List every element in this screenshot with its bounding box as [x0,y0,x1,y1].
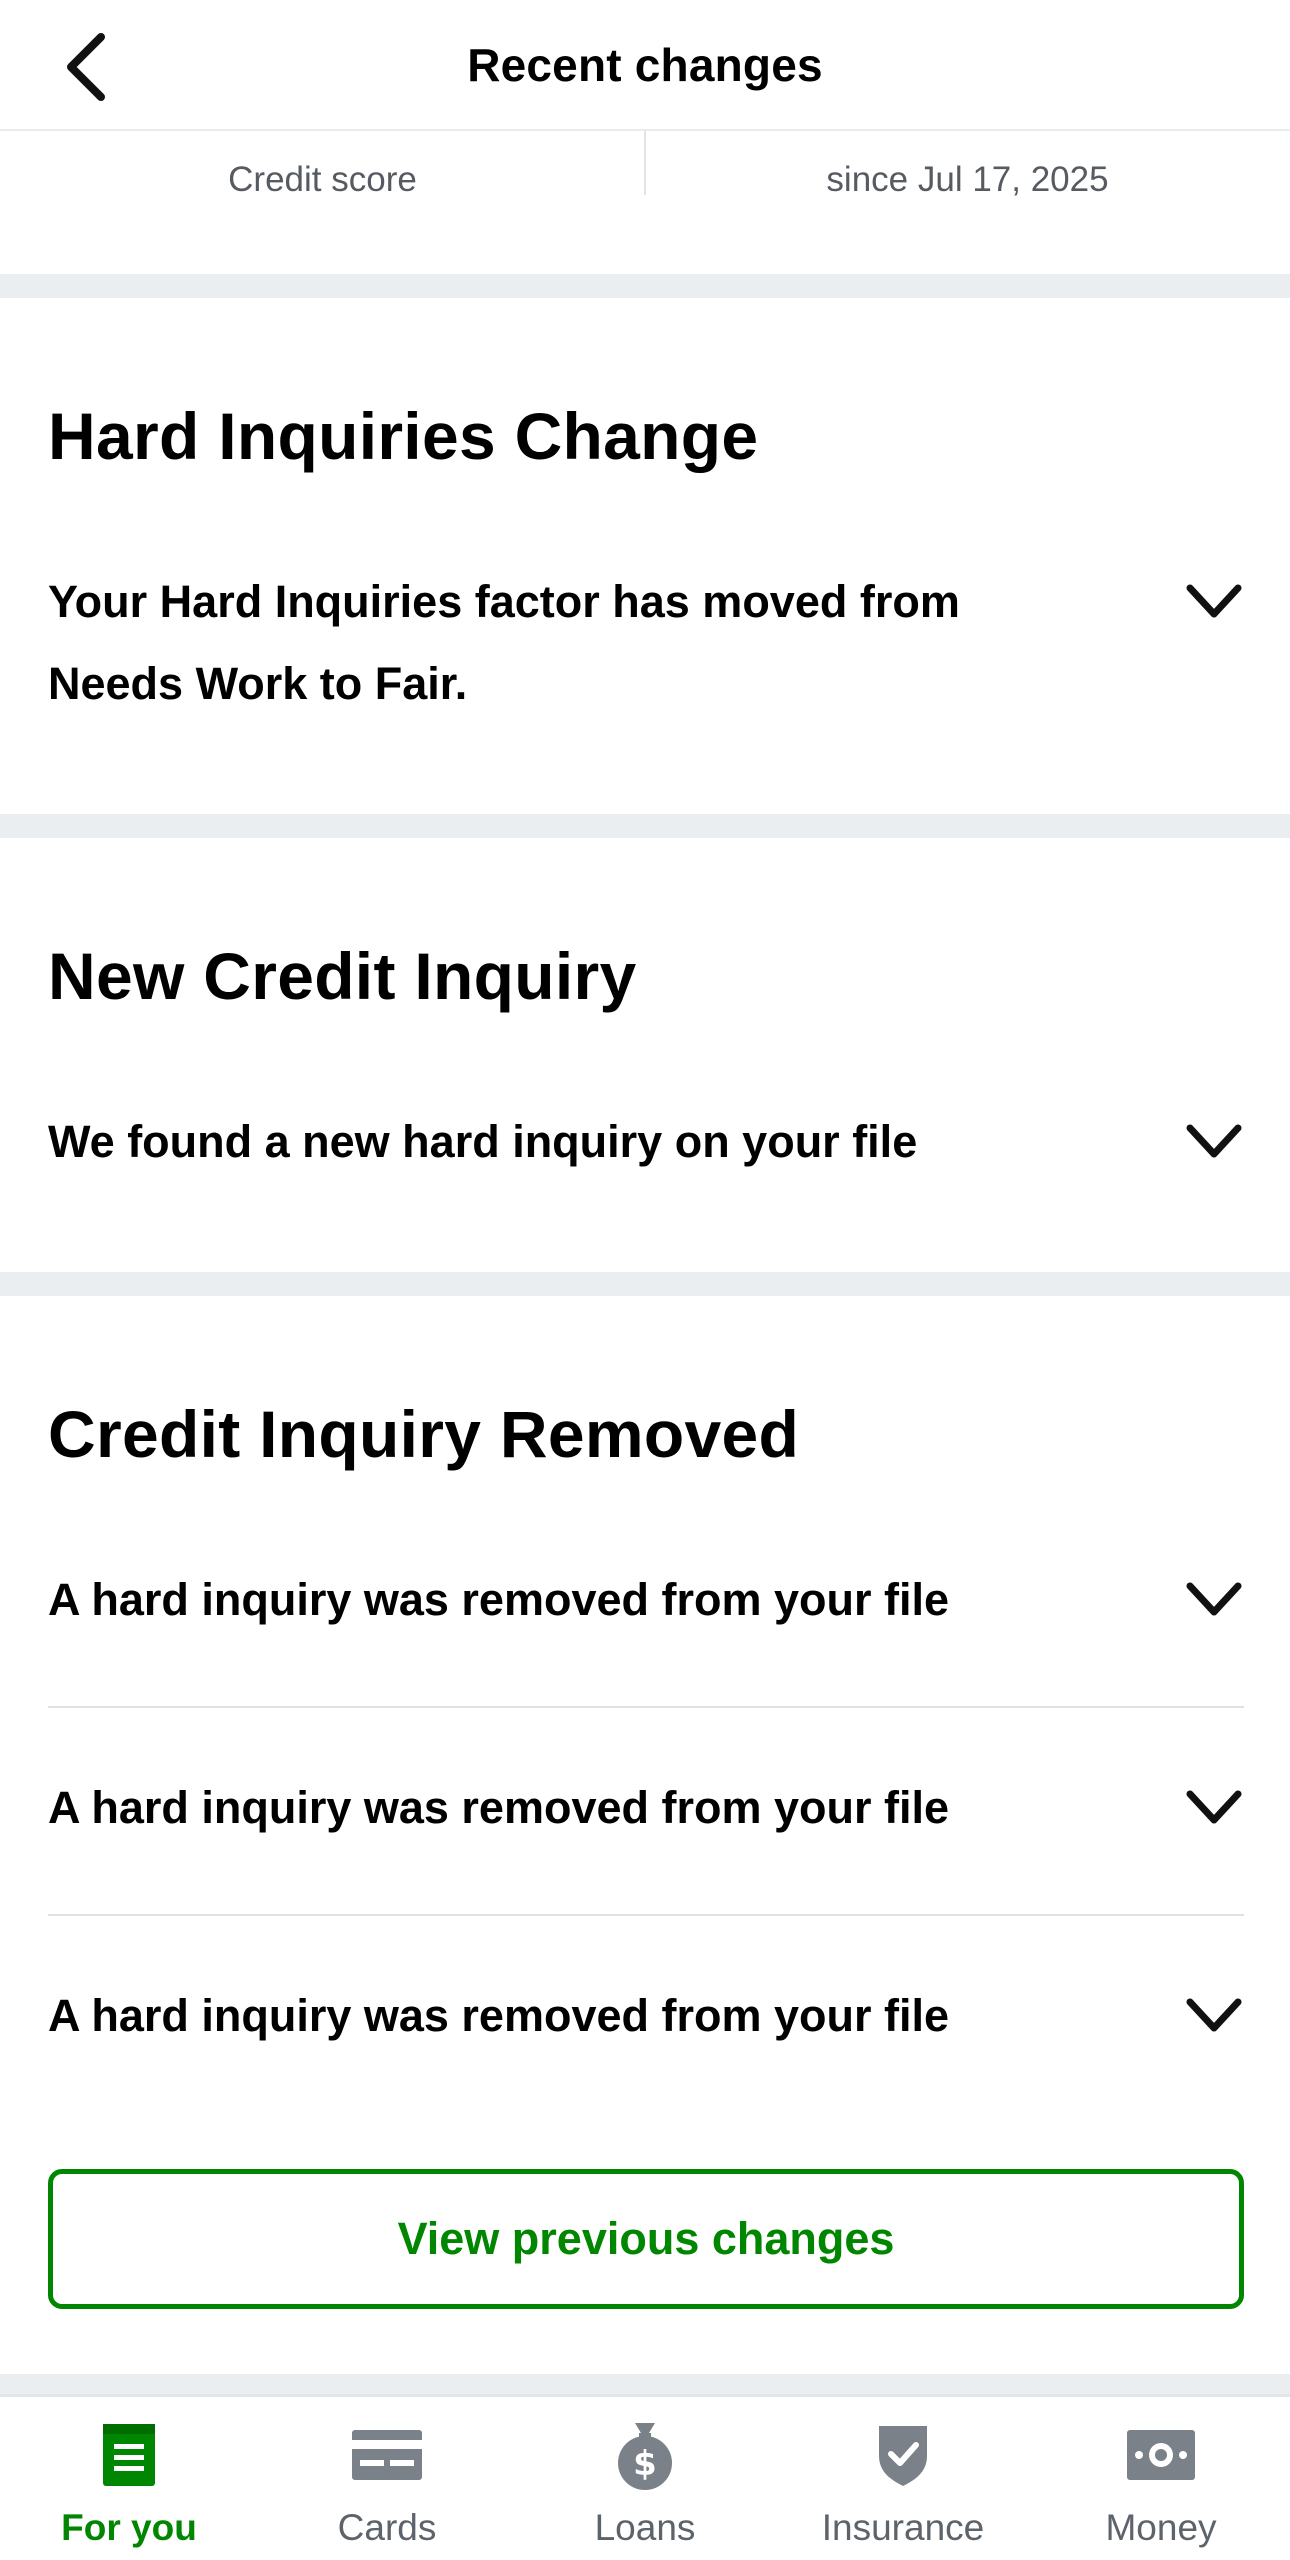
change-row-expandable[interactable]: We found a new hard inquiry on your file [48,1104,1244,1194]
section-title: New Credit Inquiry [48,939,637,1013]
change-row-text: A hard inquiry was removed from your fil… [48,1574,950,1625]
section-hard-inquiries-change: Hard Inquiries Change Your Hard Inquirie… [0,298,1290,814]
chevron-down-icon[interactable] [1184,1112,1244,1172]
change-row-text: A hard inquiry was removed from your fil… [48,1782,950,1833]
section-separator [0,1272,1290,1296]
change-row-expandable[interactable]: A hard inquiry was removed from your fil… [48,1770,1244,1860]
section-title: Credit Inquiry Removed [48,1397,800,1471]
recent-changes-screen: Recent changes Credit score since Jul 17… [0,0,1290,2560]
section-title: Hard Inquiries Change [48,399,759,473]
change-row-expandable[interactable]: A hard inquiry was removed from your fil… [48,1562,1244,1652]
bottom-navigation: For you Cards $ Loans Insurance Money [0,2394,1290,2560]
money-bag-icon: $ [516,2415,774,2495]
row-divider [48,1914,1244,1916]
row-divider [48,1706,1244,1708]
summary-since-date: since Jul 17, 2025 [645,131,1290,274]
top-app-bar: Recent changes [0,0,1290,131]
nav-label: Loans [594,2507,696,2548]
nav-item-for-you[interactable]: For you [0,2397,258,2560]
change-row-text: Your Hard Inquiries factor has moved fro… [48,576,960,709]
nav-item-loans[interactable]: $ Loans [516,2397,774,2560]
section-separator [0,814,1290,838]
summary-left-label: Credit score [228,160,417,199]
section-separator [0,274,1290,298]
nav-label: Cards [337,2507,437,2548]
chevron-down-icon[interactable] [1184,1778,1244,1838]
summary-right-label: since Jul 17, 2025 [826,160,1109,199]
credit-card-icon [258,2415,516,2495]
view-previous-changes-button[interactable]: View previous changes [48,2169,1244,2309]
nav-label: Money [1105,2507,1217,2548]
chevron-down-icon[interactable] [1184,572,1244,632]
chevron-down-icon[interactable] [1184,1986,1244,2046]
change-row-text: We found a new hard inquiry on your file [48,1116,918,1167]
shield-check-icon [774,2415,1032,2495]
nav-item-insurance[interactable]: Insurance [774,2397,1032,2560]
document-icon [0,2415,258,2495]
change-row-expandable[interactable]: A hard inquiry was removed from your fil… [48,1978,1244,2068]
nav-label: Insurance [821,2507,985,2548]
nav-item-money[interactable]: Money [1032,2397,1290,2560]
cash-icon [1032,2415,1290,2495]
page-title: Recent changes [467,39,823,91]
change-row-text: A hard inquiry was removed from your fil… [48,1990,950,2041]
score-summary: Credit score since Jul 17, 2025 [0,131,1290,274]
section-new-credit-inquiry: New Credit Inquiry We found a new hard i… [0,838,1290,1272]
summary-credit-score: Credit score [0,131,645,274]
change-row-expandable[interactable]: Your Hard Inquiries factor has moved fro… [48,564,1244,734]
nav-label: For you [61,2507,197,2548]
section-separator [0,2374,1290,2394]
chevron-down-icon[interactable] [1184,1570,1244,1630]
nav-item-cards[interactable]: Cards [258,2397,516,2560]
svg-text:$: $ [633,2444,657,2484]
